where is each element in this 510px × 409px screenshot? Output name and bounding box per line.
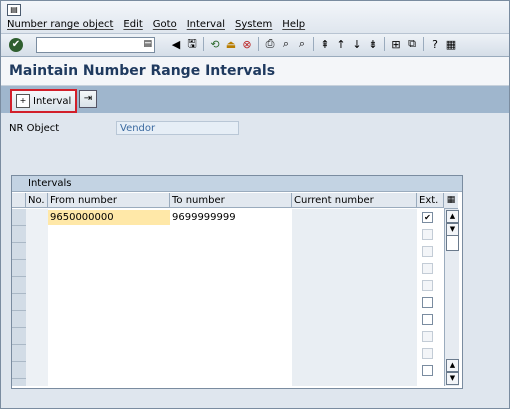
menu-system[interactable]: System (235, 19, 272, 30)
exit-icon[interactable]: ⏏ (224, 37, 238, 51)
toolbar-separator (203, 37, 204, 51)
create-session-icon[interactable]: ⊞ (389, 37, 403, 51)
command-input[interactable] (37, 38, 141, 53)
col-header-ext[interactable]: Ext. (417, 193, 444, 208)
col-header-to-number[interactable]: To number (170, 193, 292, 208)
col-header-no[interactable]: No. (26, 193, 48, 208)
system-menu-icon[interactable]: ▤ (7, 4, 21, 16)
toolbar-separator (384, 37, 385, 51)
cell-from-number[interactable]: 9650000000 (48, 210, 170, 225)
enter-check-icon[interactable]: ✔ (9, 38, 23, 52)
table-body: 9650000000 9699999999 ✔ (26, 209, 433, 386)
row-selector[interactable] (12, 328, 26, 345)
vertical-scrollbar[interactable]: ▲ ▼ ▲ ▼ (444, 209, 459, 386)
menu-help[interactable]: Help (282, 19, 305, 30)
no-column-bg (26, 209, 48, 386)
scroll-down-icon[interactable]: ▼ (446, 372, 459, 385)
help-icon[interactable]: ? (428, 37, 442, 51)
intervals-table: Intervals No. From number To number Curr… (11, 175, 463, 389)
ext-checkbox (422, 246, 433, 257)
cell-to-number[interactable]: 9699999999 (170, 210, 292, 225)
last-page-icon[interactable]: ⇟ (366, 37, 380, 51)
title-bar: Maintain Number Range Intervals (1, 57, 509, 86)
insert-interval-icon: + (16, 94, 30, 108)
row-selector[interactable] (12, 311, 26, 328)
print-icon[interactable]: ⎙ (263, 37, 277, 51)
row-selector-column (12, 209, 27, 386)
row-selector[interactable] (12, 294, 26, 311)
row-selector[interactable] (12, 345, 26, 362)
ext-checkbox[interactable] (422, 314, 433, 325)
back-arrow-icon[interactable]: ◀ (169, 37, 183, 51)
ext-checkbox[interactable] (422, 297, 433, 308)
command-history-icon[interactable]: ▤ (143, 39, 152, 49)
menu-bar: ▤ Number range object Edit Goto Interval… (1, 1, 509, 34)
row-selector[interactable] (12, 260, 26, 277)
main-content: NR Object Vendor Intervals No. From numb… (1, 114, 509, 408)
cancel-icon[interactable]: ⊗ (240, 37, 254, 51)
nr-object-label: NR Object (9, 123, 60, 134)
intervals-table-title: Intervals (12, 176, 462, 192)
toolbar-separator (258, 37, 259, 51)
menu-goto[interactable]: Goto (153, 19, 177, 30)
previous-page-icon[interactable]: ↑ (334, 37, 348, 51)
row-selector[interactable] (12, 243, 26, 260)
menu-edit[interactable]: Edit (123, 19, 142, 30)
next-page-icon[interactable]: ↓ (350, 37, 364, 51)
nr-object-value: Vendor (116, 121, 239, 135)
toolbar-icons: ◀ 🖫 ⟲ ⏏ ⊗ ⎙ ⌕ ⌕ ⇞ ↑ ↓ ⇟ ⊞ ⧉ ? ▦ (169, 37, 458, 51)
ext-checkbox-checked[interactable]: ✔ (422, 212, 433, 223)
find-next-icon[interactable]: ⌕ (295, 37, 309, 51)
back-icon[interactable]: ⟲ (208, 37, 222, 51)
save-icon[interactable]: 🖫 (185, 37, 199, 51)
page-title: Maintain Number Range Intervals (9, 63, 276, 79)
cell-no (26, 210, 48, 225)
sap-window: ▤ Number range object Edit Goto Interval… (0, 0, 510, 409)
row-selector[interactable] (12, 277, 26, 294)
current-number-column-bg (292, 209, 417, 386)
scrollbar-thumb[interactable] (446, 235, 459, 251)
menu-number-range-object[interactable]: Number range object (7, 19, 113, 30)
find-icon[interactable]: ⌕ (279, 37, 293, 51)
shortcut-icon[interactable]: ⧉ (405, 37, 419, 51)
menu-items: Number range object Edit Goto Interval S… (7, 19, 305, 30)
layout-menu-icon[interactable]: ▦ (444, 37, 458, 51)
table-settings-icon[interactable]: ▦ (444, 193, 458, 209)
ext-checkbox[interactable] (422, 365, 433, 376)
toolbar-separator (423, 37, 424, 51)
row-selector[interactable] (12, 209, 26, 226)
interval-button-label: Interval (33, 95, 72, 107)
ext-checkbox (422, 263, 433, 274)
delete-interval-button[interactable]: ⇥ (79, 90, 97, 108)
first-page-icon[interactable]: ⇞ (318, 37, 332, 51)
scroll-up-icon[interactable]: ▲ (446, 210, 459, 223)
ext-checkbox (422, 229, 433, 240)
toolbar-separator (313, 37, 314, 51)
delete-interval-icon: ⇥ (83, 93, 93, 104)
ext-checkbox (422, 280, 433, 291)
cell-current-number (292, 210, 417, 225)
menu-interval[interactable]: Interval (187, 19, 225, 30)
scroll-up-page-icon[interactable]: ▲ (446, 359, 459, 372)
col-header-from-number[interactable]: From number (48, 193, 170, 208)
command-field[interactable]: ▤ (36, 37, 155, 53)
application-toolbar: + Interval ⇥ (1, 86, 509, 113)
row-selector[interactable] (12, 226, 26, 243)
standard-toolbar: ✔ ▤ ◀ 🖫 ⟲ ⏏ ⊗ ⎙ ⌕ ⌕ ⇞ ↑ ↓ ⇟ ⊞ ⧉ ? ▦ (1, 34, 509, 57)
col-header-current-number[interactable]: Current number (292, 193, 417, 208)
interval-button[interactable]: + Interval (10, 89, 78, 113)
ext-checkbox (422, 348, 433, 359)
select-all-header[interactable] (12, 193, 26, 208)
row-selector[interactable] (12, 362, 26, 379)
ext-checkbox (422, 331, 433, 342)
